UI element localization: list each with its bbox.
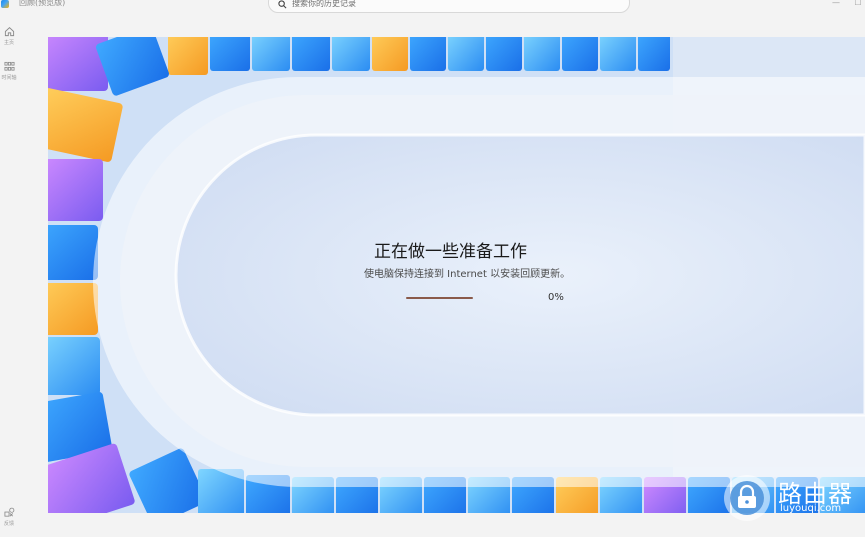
maximize-button[interactable]: ☐ — [848, 0, 865, 10]
progress-percent: 0% — [548, 292, 564, 303]
progress-bar — [406, 297, 473, 300]
sidebar-item-label: 时间轴 — [1, 75, 17, 81]
watermark-url: luyouqi.com — [780, 503, 842, 514]
search-icon — [278, 0, 287, 9]
status-title: 正在做一些准备工作 — [374, 242, 527, 262]
progress-indicator — [406, 297, 473, 299]
app-title: 回顾(预览版) — [19, 0, 66, 7]
search-box[interactable] — [268, 0, 630, 13]
search-input[interactable] — [292, 0, 612, 9]
router-lock-icon — [730, 481, 764, 515]
grid-icon — [4, 61, 14, 71]
status-subtitle: 使电脑保持连接到 Internet 以安装回顾更新。 — [364, 269, 571, 280]
sidebar-item-home[interactable]: 主页 — [0, 26, 18, 46]
title-bar: 回顾(预览版) — ☐ — [0, 0, 865, 13]
feedback-icon — [4, 507, 14, 517]
minimize-button[interactable]: — — [826, 0, 846, 10]
sidebar-item-label: 主页 — [3, 40, 14, 46]
watermark-badge — [724, 475, 770, 521]
app-logo-icon — [1, 0, 9, 8]
sidebar-item-feedback[interactable]: 反馈 — [0, 507, 18, 527]
setup-panel: 正在做一些准备工作 使电脑保持连接到 Internet 以安装回顾更新。 0% — [48, 37, 865, 513]
sidebar-item-label: 反馈 — [3, 521, 14, 527]
sidebar-item-timeline[interactable]: 时间轴 — [0, 61, 18, 81]
home-icon — [4, 27, 14, 37]
